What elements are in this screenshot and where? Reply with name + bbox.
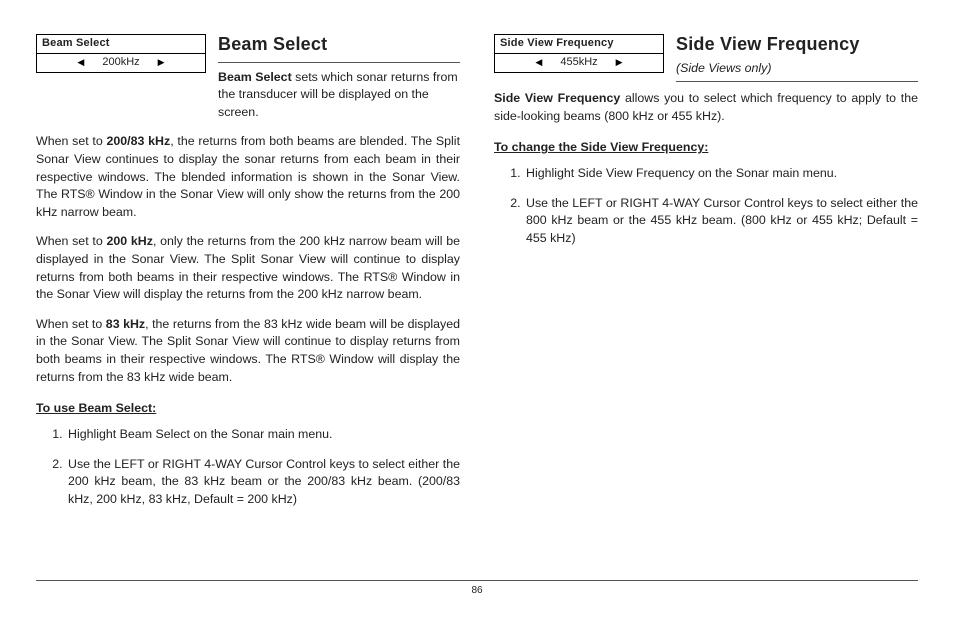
widget-value: 455kHz xyxy=(560,55,597,71)
beam-select-widget: Beam Select ◀ 200kHz ▶ xyxy=(36,34,206,73)
list-item: Use the LEFT or RIGHT 4-WAY Cursor Contr… xyxy=(524,195,918,248)
widget-value-row: ◀ 200kHz ▶ xyxy=(37,53,205,73)
widget-value: 200kHz xyxy=(102,55,139,71)
paragraph-200: When set to 200 kHz, only the returns fr… xyxy=(36,233,460,303)
list-item: Use the LEFT or RIGHT 4-WAY Cursor Contr… xyxy=(66,456,460,509)
intro-lead: Beam Select xyxy=(218,70,292,84)
left-column: Beam Select ◀ 200kHz ▶ Beam Select Beam … xyxy=(36,32,460,572)
beam-select-steps: Highlight Beam Select on the Sonar main … xyxy=(36,426,460,508)
widget-title: Beam Select xyxy=(37,35,205,53)
list-item: Highlight Side View Frequency on the Son… xyxy=(524,165,918,183)
heading-rule xyxy=(218,62,460,63)
right-column: Side View Frequency ◀ 455kHz ▶ Side View… xyxy=(494,32,918,572)
paragraph-83: When set to 83 kHz, the returns from the… xyxy=(36,316,460,386)
side-view-frequency-widget: Side View Frequency ◀ 455kHz ▶ xyxy=(494,34,664,73)
list-item: Highlight Beam Select on the Sonar main … xyxy=(66,426,460,444)
svf-steps: Highlight Side View Frequency on the Son… xyxy=(494,165,918,247)
two-column-layout: Beam Select ◀ 200kHz ▶ Beam Select Beam … xyxy=(36,32,918,572)
p2-bold: 200 kHz xyxy=(106,234,152,248)
manual-page: Beam Select ◀ 200kHz ▶ Beam Select Beam … xyxy=(0,0,954,618)
intro-lead-svf: Side View Frequency xyxy=(494,91,620,105)
p3-pre: When set to xyxy=(36,317,106,331)
triangle-right-icon: ▶ xyxy=(616,58,623,67)
p1-bold: 200/83 kHz xyxy=(107,134,171,148)
to-change-svf-heading: To change the Side View Frequency: xyxy=(494,139,918,157)
section-subtitle: (Side Views only) xyxy=(676,60,918,78)
p1-pre: When set to xyxy=(36,134,107,148)
page-number: 86 xyxy=(36,585,918,596)
paragraph-svf-intro: Side View Frequency allows you to select… xyxy=(494,90,918,125)
section-header-side-view: Side View Frequency ◀ 455kHz ▶ Side View… xyxy=(494,32,918,88)
section-heading: Side View Frequency xyxy=(676,32,918,58)
section-heading: Beam Select xyxy=(218,32,460,58)
section-header-beam-select: Beam Select ◀ 200kHz ▶ Beam Select Beam … xyxy=(36,32,460,121)
to-use-beam-select-heading: To use Beam Select: xyxy=(36,400,460,418)
heading-block: Beam Select Beam Select sets which sonar… xyxy=(218,32,460,121)
widget-title: Side View Frequency xyxy=(495,35,663,53)
triangle-left-icon: ◀ xyxy=(535,58,542,67)
paragraph-200-83: When set to 200/83 kHz, the returns from… xyxy=(36,133,460,221)
heading-rule xyxy=(676,81,918,82)
footer-rule xyxy=(36,580,918,581)
triangle-right-icon: ▶ xyxy=(158,58,165,67)
heading-block: Side View Frequency (Side Views only) xyxy=(676,32,918,88)
p2-pre: When set to xyxy=(36,234,106,248)
triangle-left-icon: ◀ xyxy=(77,58,84,67)
widget-value-row: ◀ 455kHz ▶ xyxy=(495,53,663,73)
p3-bold: 83 kHz xyxy=(106,317,145,331)
